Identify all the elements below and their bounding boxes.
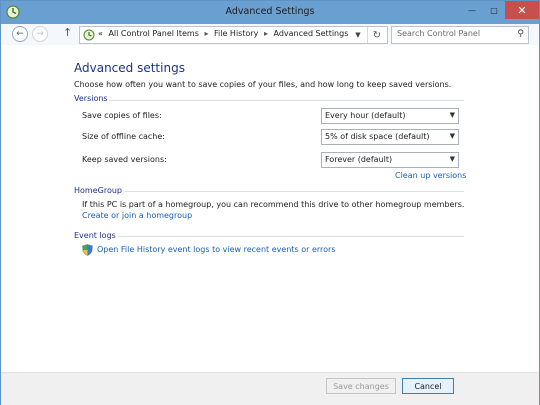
clean-up-versions-link[interactable]: Clean up versions — [395, 171, 466, 180]
page-title: Advanced settings — [74, 61, 185, 75]
event-logs-divider — [118, 236, 464, 237]
shield-icon — [82, 244, 93, 256]
close-button[interactable]: ✕ — [505, 1, 539, 19]
advanced-settings-window: Advanced Settings — □ ✕ ← → ↑ « All Cont… — [0, 0, 540, 405]
up-arrow-icon: ↑ — [63, 26, 73, 39]
cancel-button[interactable]: Cancel — [402, 378, 454, 394]
minimize-button[interactable]: — — [461, 1, 483, 19]
homegroup-divider — [125, 191, 464, 192]
back-button[interactable]: ← — [12, 26, 28, 42]
chevron-down-icon: ▼ — [449, 155, 455, 163]
breadcrumb-separator-icon: ▸ — [263, 29, 268, 38]
minimize-icon: — — [468, 5, 476, 15]
save-copies-value: Every hour (default) — [325, 111, 406, 120]
save-copies-label: Save copies of files: — [82, 111, 162, 120]
refresh-button[interactable]: ↻ — [367, 27, 386, 43]
homegroup-section-title: HomeGroup — [74, 186, 122, 195]
forward-button[interactable]: → — [32, 26, 48, 42]
breadcrumb-separator-icon: ▸ — [204, 29, 209, 38]
versions-section-title: Versions — [74, 94, 108, 103]
breadcrumb-file-history[interactable]: File History — [214, 29, 258, 38]
navigation-bar: ← → ↑ « All Control Panel Items ▸ File H… — [1, 24, 539, 45]
keep-versions-value: Forever (default) — [325, 155, 393, 164]
window-title: Advanced Settings — [225, 6, 315, 17]
breadcrumb-all-control-panel-items[interactable]: All Control Panel Items — [108, 29, 198, 38]
title-bar[interactable]: Advanced Settings — □ ✕ — [1, 1, 539, 24]
breadcrumb-advanced-settings[interactable]: Advanced Settings — [274, 29, 349, 38]
main-content: Advanced settings Choose how often you w… — [1, 45, 539, 372]
chevron-down-icon: ▼ — [449, 111, 455, 119]
keep-versions-dropdown[interactable]: Forever (default) ▼ — [321, 152, 459, 168]
footer-bar: Save changes Cancel — [1, 372, 539, 405]
offline-cache-value: 5% of disk space (default) — [325, 132, 430, 141]
breadcrumb-overflow[interactable]: « — [98, 29, 103, 38]
forward-arrow-icon: → — [36, 29, 44, 39]
chevron-down-icon: ▼ — [449, 132, 455, 140]
back-arrow-icon: ← — [16, 29, 24, 39]
refresh-icon: ↻ — [372, 29, 382, 41]
maximize-icon: □ — [490, 5, 498, 15]
offline-cache-dropdown[interactable]: 5% of disk space (default) ▼ — [321, 129, 459, 145]
breadcrumb: « All Control Panel Items ▸ File History… — [98, 29, 348, 38]
versions-divider — [109, 100, 464, 101]
homegroup-description: If this PC is part of a homegroup, you c… — [82, 200, 465, 209]
maximize-button[interactable]: □ — [483, 1, 505, 19]
up-button[interactable]: ↑ — [63, 26, 72, 39]
keep-versions-label: Keep saved versions: — [82, 155, 167, 164]
address-bar[interactable]: « All Control Panel Items ▸ File History… — [79, 26, 388, 44]
search-icon: ⚲ — [517, 29, 524, 39]
close-icon: ✕ — [517, 3, 527, 17]
search-placeholder: Search Control Panel — [397, 29, 481, 38]
control-panel-icon — [83, 29, 95, 41]
open-event-logs-link[interactable]: Open File History event logs to view rec… — [97, 245, 335, 254]
chevron-down-icon: ▼ — [355, 31, 361, 39]
search-input[interactable]: Search Control Panel ⚲ — [391, 26, 529, 44]
create-join-homegroup-link[interactable]: Create or join a homegroup — [82, 211, 192, 220]
offline-cache-label: Size of offline cache: — [82, 132, 165, 141]
event-logs-section-title: Event logs — [74, 231, 116, 240]
save-copies-dropdown[interactable]: Every hour (default) ▼ — [321, 108, 459, 124]
address-dropdown-button[interactable]: ▼ — [352, 27, 364, 43]
save-changes-button[interactable]: Save changes — [326, 378, 396, 394]
page-description: Choose how often you want to save copies… — [74, 80, 452, 89]
